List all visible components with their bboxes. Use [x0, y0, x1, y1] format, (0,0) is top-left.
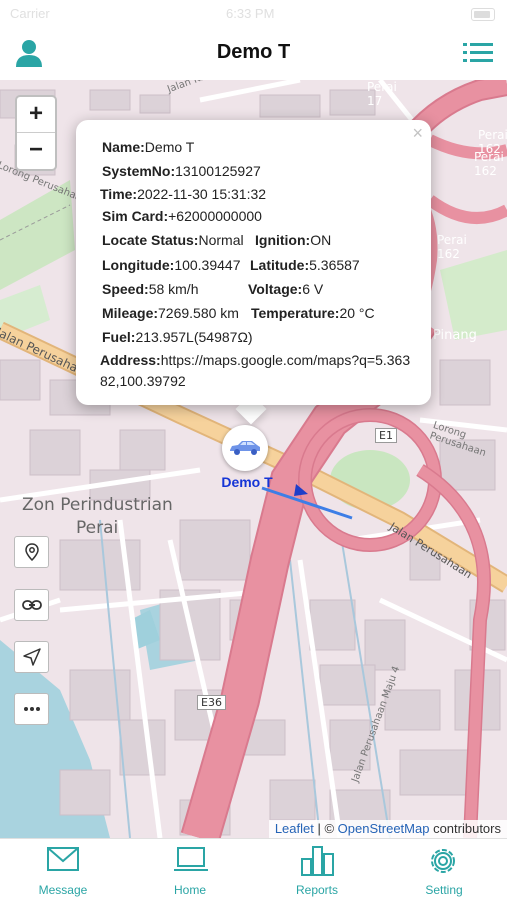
- latitude-value: 5.36587: [309, 257, 360, 273]
- more-icon: [23, 707, 40, 711]
- leaflet-link[interactable]: Leaflet: [275, 821, 314, 836]
- page-title: Demo T: [216, 41, 291, 63]
- speed-label: Speed:: [102, 281, 149, 297]
- ignition-value: ON: [310, 232, 332, 248]
- system-row: SystemNo:13100125927: [102, 163, 261, 179]
- sim-value: +62000000000: [168, 208, 262, 224]
- app-header: Demo T: [0, 28, 507, 81]
- time-value: 2022-11-30 15:31:32: [137, 186, 267, 202]
- attribution-suffix: contributors: [429, 821, 501, 836]
- close-icon[interactable]: ×: [412, 123, 423, 144]
- map-label-zone: Zon Perindustrian: [22, 495, 173, 515]
- device-info-popup: × Name:Demo T SystemNo:13100125927 Time:…: [76, 120, 431, 405]
- temperature-label: Temperature:: [251, 305, 340, 321]
- mileage-row: Mileage:7269.580 km: [102, 305, 239, 321]
- osm-link[interactable]: OpenStreetMap: [338, 821, 430, 836]
- fuel-value: 213.957L(54987Ω): [135, 329, 253, 345]
- fuel-row: Fuel:213.957L(54987Ω): [102, 329, 253, 345]
- map-label-perai-17: Perai 17: [367, 80, 397, 108]
- zoom-out-button[interactable]: −: [17, 132, 55, 168]
- location-pin-icon: [24, 543, 39, 561]
- speed-value: 58 km/h: [148, 281, 199, 297]
- tab-message-label: Message: [38, 883, 88, 897]
- longitude-value: 100.39447: [174, 257, 241, 273]
- longitude-row: Longitude:100.39447: [102, 257, 241, 273]
- time-label: Time:: [100, 186, 138, 202]
- ignition-row: Ignition:ON: [255, 232, 331, 248]
- tab-home[interactable]: Home: [127, 839, 253, 901]
- locate-value: Normal: [198, 232, 244, 248]
- vehicle-marker-label: Demo T: [221, 474, 273, 490]
- bar-chart-icon: [301, 846, 334, 876]
- voltage-row: Voltage:6 V: [248, 281, 323, 297]
- mileage-label: Mileage:: [102, 305, 159, 321]
- road-shield-e1: E1: [375, 428, 397, 443]
- tab-home-label: Home: [173, 883, 206, 897]
- map-label-perai-162b: Perai 162: [474, 150, 504, 178]
- ignition-label: Ignition:: [255, 232, 311, 248]
- status-bar: Carrier 6:33 PM: [0, 0, 507, 28]
- car-icon: [230, 441, 260, 455]
- link-button[interactable]: [14, 589, 49, 621]
- tab-bar: Message Home Reports Setting: [0, 838, 507, 901]
- navigate-button[interactable]: [14, 641, 49, 673]
- attribution-separator: | ©: [313, 821, 338, 836]
- temperature-row: Temperature:20 °C: [251, 305, 375, 321]
- fuel-label: Fuel:: [102, 329, 136, 345]
- latitude-label: Latitude:: [250, 257, 310, 273]
- name-value: Demo T: [144, 139, 195, 155]
- map-label-perai-162c: Perai 162: [437, 233, 467, 261]
- list-icon[interactable]: [463, 40, 493, 66]
- system-value: 13100125927: [175, 163, 261, 179]
- battery-icon: [471, 8, 495, 21]
- map-label-pinang: Pinang: [433, 328, 477, 343]
- address-label: Address:: [100, 352, 161, 368]
- tab-setting[interactable]: Setting: [381, 839, 507, 901]
- map-attribution: Leaflet | © OpenStreetMap contributors: [268, 820, 507, 838]
- gear-icon: [431, 849, 455, 873]
- zoom-in-button[interactable]: +: [17, 97, 55, 132]
- speed-row: Speed:58 km/h: [102, 281, 199, 297]
- tab-reports-label: Reports: [295, 883, 339, 897]
- laptop-icon: [174, 847, 208, 871]
- voltage-label: Voltage:: [248, 281, 303, 297]
- mail-icon: [47, 847, 79, 871]
- navigate-icon: [22, 648, 41, 666]
- zoom-control: + −: [15, 95, 57, 171]
- system-label: SystemNo:: [102, 163, 176, 179]
- address-row: Address:https://maps.google.com/maps?q=5…: [100, 350, 415, 392]
- locate-label: Locate Status:: [102, 232, 199, 248]
- tab-setting-label: Setting: [425, 883, 463, 897]
- name-label: Name:: [102, 139, 145, 155]
- sim-label: Sim Card:: [102, 208, 169, 224]
- tab-reports[interactable]: Reports: [254, 839, 380, 901]
- name-row: Name:Demo T: [102, 139, 194, 155]
- carrier-text: Carrier: [10, 6, 50, 21]
- road-shield-e36: E36: [197, 695, 226, 710]
- vehicle-marker[interactable]: [222, 425, 268, 471]
- temperature-value: 20 °C: [339, 305, 375, 321]
- map-label-zone2: Perai: [76, 518, 119, 538]
- locate-row: Locate Status:Normal: [102, 232, 244, 248]
- tab-message[interactable]: Message: [0, 839, 126, 901]
- link-icon: [21, 600, 42, 610]
- sim-row: Sim Card:+62000000000: [102, 208, 262, 224]
- clock-text: 6:33 PM: [226, 6, 275, 21]
- longitude-label: Longitude:: [102, 257, 175, 273]
- time-row: Time:2022-11-30 15:31:32: [100, 186, 266, 202]
- voltage-value: 6 V: [302, 281, 324, 297]
- location-pin-button[interactable]: [14, 536, 49, 568]
- mileage-value: 7269.580 km: [158, 305, 239, 321]
- more-button[interactable]: [14, 693, 49, 725]
- latitude-row: Latitude:5.36587: [250, 257, 360, 273]
